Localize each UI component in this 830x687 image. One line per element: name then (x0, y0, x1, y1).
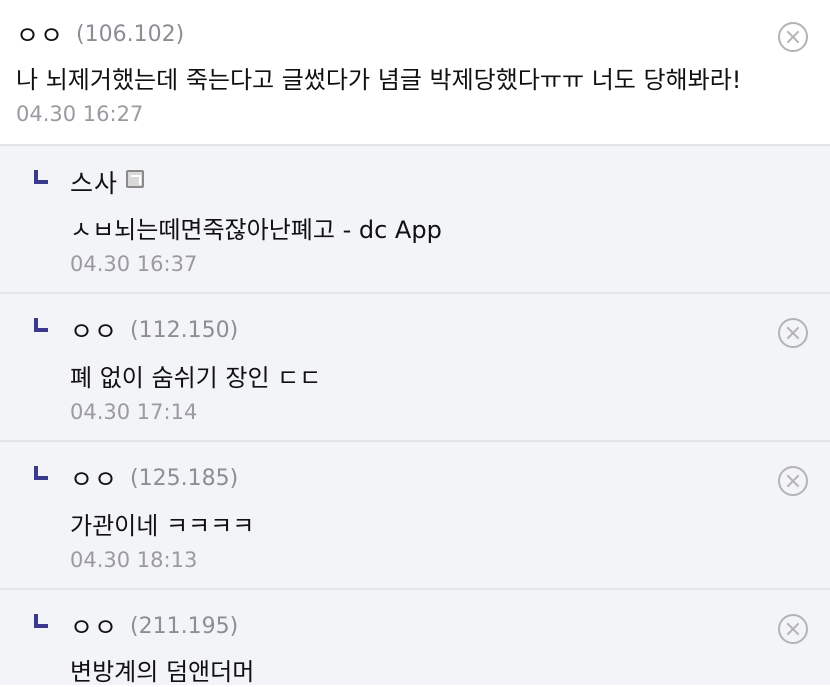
reply-item: ㅇㅇ (125.185) 가관이네 ㅋㅋㅋㅋ 04.30 18:13 (0, 442, 830, 590)
reply-nickname: ㅇㅇ (70, 465, 119, 494)
reply-arrow-icon (34, 170, 48, 184)
reply-ip: (211.195) (130, 613, 239, 639)
reply-text: 가관이네 ㅋㅋㅋㅋ (70, 512, 255, 540)
reply-item: ㅇㅇ (112.150) 폐 없이 숨쉬기 장인 ㄷㄷ 04.30 17:14 (0, 294, 830, 442)
comment-time: 04.30 16:27 (16, 102, 144, 126)
reply-header: ㅇㅇ (125.185) (70, 460, 238, 496)
delete-icon[interactable] (778, 614, 808, 644)
reply-time: 04.30 18:13 (70, 548, 198, 572)
reply-arrow-icon (34, 614, 48, 628)
reply-nickname: ㅇㅇ (70, 613, 119, 642)
reply-text: ㅅㅂ뇌는떼면죽잖아난폐고 - dc App (70, 216, 442, 244)
reply-nickname: ㅇㅇ (70, 317, 119, 346)
reply-item: 스사 ㅅㅂ뇌는떼면죽잖아난폐고 - dc App 04.30 16:37 (0, 146, 830, 294)
reply-time: 04.30 16:37 (70, 252, 198, 276)
delete-icon[interactable] (778, 22, 808, 52)
reply-nickname: 스사 (70, 169, 119, 198)
fixed-nick-badge-icon (126, 170, 145, 188)
comment-ip: (106.102) (76, 21, 185, 47)
reply-text: 폐 없이 숨쉬기 장인 ㄷㄷ (70, 364, 322, 392)
reply-text: 변방계의 덤앤더머 (70, 658, 255, 686)
comment-text: 나 뇌제거했는데 죽는다고 글썼다가 념글 박제당했다ㅠㅠ 너도 당해봐라! (16, 66, 742, 94)
reply-item: ㅇㅇ (211.195) 변방계의 덤앤더머 (0, 590, 830, 686)
reply-arrow-icon (34, 466, 48, 480)
reply-time: 04.30 17:14 (70, 400, 198, 424)
delete-icon[interactable] (778, 466, 808, 496)
reply-header: ㅇㅇ (112.150) (70, 312, 238, 348)
comment-list: ㅇㅇ (106.102) 나 뇌제거했는데 죽는다고 글썼다가 념글 박제당했다… (0, 0, 830, 686)
comment-item: ㅇㅇ (106.102) 나 뇌제거했는데 죽는다고 글썼다가 념글 박제당했다… (0, 0, 830, 146)
comment-nickname: ㅇㅇ (16, 21, 65, 50)
comment-header: ㅇㅇ (106.102) (16, 16, 184, 52)
reply-header: ㅇㅇ (211.195) (70, 608, 238, 644)
reply-arrow-icon (34, 318, 48, 332)
reply-ip: (112.150) (130, 317, 239, 343)
reply-header: 스사 (70, 164, 145, 200)
delete-icon[interactable] (778, 318, 808, 348)
reply-ip: (125.185) (130, 465, 239, 491)
